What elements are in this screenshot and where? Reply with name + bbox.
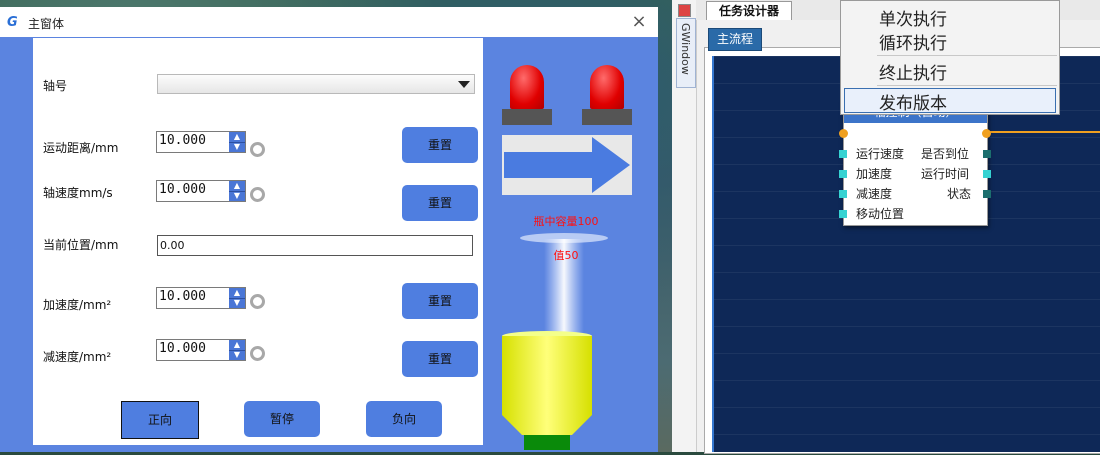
decel-spinbox[interactable]: 10.000 ▲ ▼ [156, 339, 246, 361]
spin-buttons: ▲ ▼ [229, 288, 245, 308]
alarm-lamp-icon [582, 65, 632, 129]
input-port-label: 减速度 [856, 187, 893, 201]
indicator-panel: 瓶中容量100 值50 [498, 65, 634, 455]
output-port[interactable] [983, 150, 991, 158]
distance-status-icon [250, 142, 265, 157]
chevron-down-icon[interactable] [458, 81, 470, 88]
reset-speed-button[interactable]: 重置 [402, 185, 478, 221]
axis-control-node[interactable]: 轴控制（自动） 运行速度 加速度 减速度 移动位置 是否到位 运行时间 状态 [839, 100, 991, 226]
accel-spinbox[interactable]: 10.000 ▲ ▼ [156, 287, 246, 309]
value-label: 值50 [553, 249, 579, 262]
menu-item-stop[interactable]: 终止执行 [879, 59, 947, 84]
output-port-label: 是否到位 [921, 147, 970, 161]
distance-value: 10.000 [159, 133, 206, 148]
spin-down-icon[interactable]: ▼ [229, 298, 245, 308]
menu-separator [877, 85, 1057, 86]
toolbox-icon[interactable] [678, 4, 691, 17]
tab-task-designer[interactable]: 任务设计器 [706, 1, 792, 20]
reset-accel-button[interactable]: 重置 [402, 283, 478, 319]
input-port-label: 运行速度 [856, 147, 905, 161]
flow-in-connector[interactable] [839, 129, 848, 138]
output-port-label: 运行时间 [921, 167, 970, 181]
pause-button[interactable]: 暂停 [244, 401, 320, 437]
main-window: G 主窗体 × 轴号 运动距离/mm 10.000 ▲ ▼ 重置 轴速度mm/s… [0, 7, 658, 452]
alarm-lamp-icon [502, 65, 552, 129]
connection-wire [990, 131, 1100, 133]
menu-item-single-run[interactable]: 单次执行 [879, 5, 947, 30]
input-port[interactable] [839, 150, 847, 158]
accel-value: 10.000 [159, 289, 206, 304]
accel-status-icon [250, 294, 265, 309]
context-menu: 单次执行 循环执行 终止执行 发布版本 [840, 0, 1060, 115]
gwindow-tab-label: GWindow [679, 23, 692, 75]
menu-highlight [844, 88, 1056, 113]
direction-arrow-icon [502, 135, 632, 195]
distance-label: 运动距离/mm [43, 141, 119, 155]
spin-down-icon[interactable]: ▼ [229, 191, 245, 201]
output-port[interactable] [983, 190, 991, 198]
control-panel: 轴号 运动距离/mm 10.000 ▲ ▼ 重置 轴速度mm/s 10.000 … [33, 38, 483, 445]
reset-distance-button[interactable]: 重置 [402, 127, 478, 163]
input-port-label: 加速度 [856, 167, 893, 181]
distance-spinbox[interactable]: 10.000 ▲ ▼ [156, 131, 246, 153]
decel-label: 减速度/mm² [43, 350, 112, 364]
menu-item-loop-run[interactable]: 循环执行 [879, 29, 947, 54]
spin-buttons: ▲ ▼ [229, 340, 245, 360]
input-port[interactable] [839, 170, 847, 178]
output-port[interactable] [983, 170, 991, 178]
output-port-label: 状态 [947, 187, 972, 201]
speed-label: 轴速度mm/s [43, 186, 113, 200]
title-bar: G 主窗体 × [0, 7, 658, 37]
accel-label: 加速度/mm² [43, 298, 112, 312]
spin-buttons: ▲ ▼ [229, 181, 245, 201]
speed-status-icon [250, 187, 265, 202]
axis-select[interactable] [157, 74, 475, 94]
position-label: 当前位置/mm [43, 238, 119, 252]
axis-label: 轴号 [43, 79, 68, 93]
decel-status-icon [250, 346, 265, 361]
reverse-button[interactable]: 负向 [366, 401, 442, 437]
bottle-icon [502, 331, 592, 450]
menu-separator [877, 55, 1057, 56]
app-logo-icon: G [7, 15, 18, 30]
speed-value: 10.000 [159, 182, 206, 197]
flow-out-connector[interactable] [982, 129, 991, 138]
menu-item-publish[interactable]: 发布版本 [879, 89, 947, 114]
capacity-label: 瓶中容量100 [533, 215, 599, 228]
input-port[interactable] [839, 210, 847, 218]
speed-spinbox[interactable]: 10.000 ▲ ▼ [156, 180, 246, 202]
spin-buttons: ▲ ▼ [229, 132, 245, 152]
spin-down-icon[interactable]: ▼ [229, 350, 245, 360]
input-port[interactable] [839, 190, 847, 198]
spin-down-icon[interactable]: ▼ [229, 142, 245, 152]
decel-value: 10.000 [159, 341, 206, 356]
tab-main-flow[interactable]: 主流程 [708, 28, 762, 51]
gwindow-side-tab[interactable]: GWindow [676, 18, 696, 88]
window-title: 主窗体 [28, 17, 65, 31]
close-icon[interactable]: × [626, 11, 652, 33]
position-field[interactable]: 0.00 [157, 235, 473, 256]
forward-button[interactable]: 正向 [121, 401, 199, 439]
input-port-label: 移动位置 [856, 207, 905, 221]
reset-decel-button[interactable]: 重置 [402, 341, 478, 377]
